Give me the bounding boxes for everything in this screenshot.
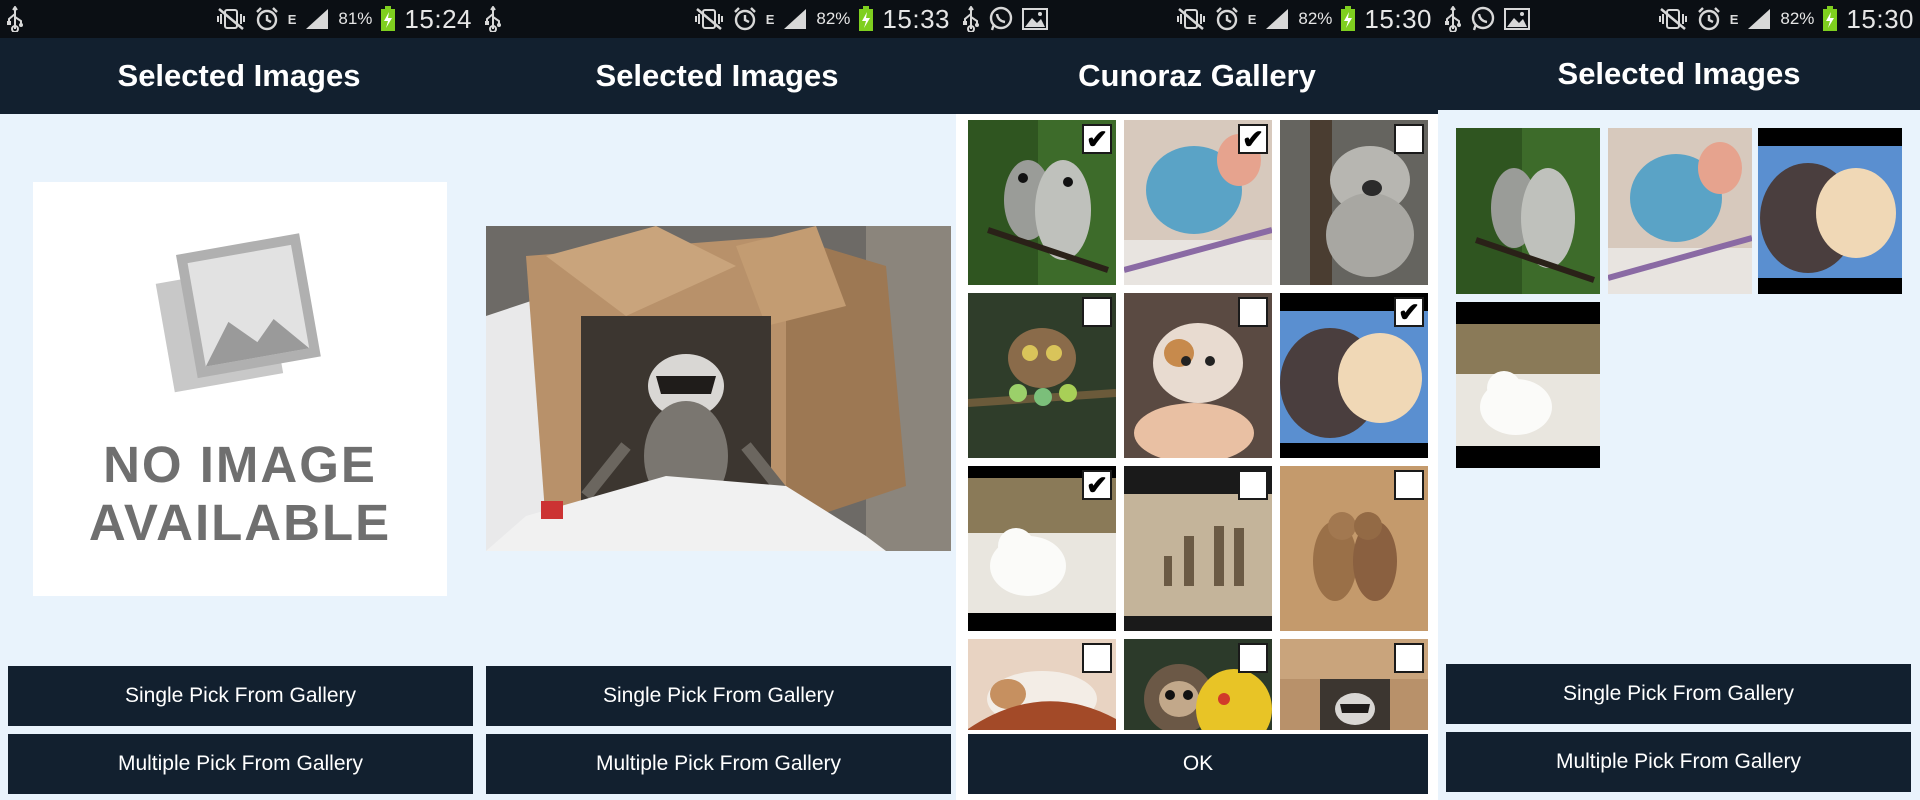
gallery-item-kitten-hand[interactable] (1124, 293, 1272, 458)
no-image-label: NO IMAGE AVAILABLE (88, 436, 392, 551)
usb-icon (1444, 6, 1462, 32)
action-bar-title: Selected Images (478, 38, 956, 114)
checkbox-unchecked[interactable] (1082, 297, 1112, 327)
screen-1: E 81% 15:24 Selected Images NO IMAGE AVA… (0, 0, 478, 800)
network-type: E (1247, 11, 1257, 27)
whatsapp-icon (988, 6, 1014, 32)
multiple-pick-button[interactable]: Multiple Pick From Gallery (8, 734, 473, 794)
usb-icon (962, 6, 980, 32)
checkbox-checked[interactable]: ✔ (1394, 297, 1424, 327)
checkbox-unchecked[interactable] (1238, 470, 1268, 500)
mute-vibrate-icon (1658, 7, 1688, 31)
action-bar-title: Selected Images (0, 38, 478, 114)
single-pick-button[interactable]: Single Pick From Gallery (1446, 664, 1911, 724)
status-bar: E 82% 15:30 (1438, 0, 1920, 38)
selected-thumb-hedgehog (1758, 128, 1902, 294)
clock: 15:30 (1364, 3, 1432, 34)
clock: 15:33 (882, 3, 950, 34)
gallery-item-owls[interactable]: ✔ (968, 120, 1116, 285)
gallery-item-meerkats[interactable] (1124, 466, 1272, 631)
alarm-icon (1696, 6, 1722, 32)
checkbox-unchecked[interactable] (1394, 643, 1424, 673)
single-pick-button[interactable]: Single Pick From Gallery (486, 666, 951, 726)
content-area: Single Pick From Gallery Multiple Pick F… (478, 114, 956, 800)
signal-icon (782, 7, 808, 31)
action-bar-title: Selected Images (1438, 38, 1920, 110)
action-bar-title: Cunoraz Gallery (956, 38, 1438, 114)
alarm-icon (1214, 6, 1240, 32)
battery-charging-icon (1822, 6, 1838, 32)
network-type: E (287, 11, 297, 27)
battery-percent: 82% (816, 9, 851, 28)
clock: 15:30 (1846, 3, 1914, 34)
mute-vibrate-icon (1176, 7, 1206, 31)
gallery-item-hedgehog[interactable]: ✔ (1280, 293, 1428, 458)
gallery-item-blue-bird[interactable]: ✔ (1124, 120, 1272, 285)
battery-percent: 82% (1780, 9, 1815, 28)
multiple-pick-button[interactable]: Multiple Pick From Gallery (1446, 732, 1911, 792)
clock: 15:24 (404, 3, 472, 34)
network-type: E (765, 11, 775, 27)
gallery-icon (1022, 8, 1048, 30)
ok-button[interactable]: OK (968, 734, 1428, 794)
signal-icon (1264, 7, 1290, 31)
battery-charging-icon (380, 6, 396, 32)
battery-charging-icon (858, 6, 874, 32)
checkbox-unchecked[interactable] (1394, 124, 1424, 154)
alarm-icon (254, 6, 280, 32)
signal-icon (304, 7, 330, 31)
no-image-placeholder: NO IMAGE AVAILABLE (33, 182, 447, 596)
gallery-item-koala[interactable] (1280, 120, 1428, 285)
content-area: Single Pick From Gallery Multiple Pick F… (1438, 114, 1920, 800)
gallery-item-owl-chick[interactable] (968, 293, 1116, 458)
selected-thumb-polar-bear (1456, 302, 1600, 468)
checkbox-unchecked[interactable] (1238, 643, 1268, 673)
gallery-icon (1504, 8, 1530, 30)
picture-placeholder-icon (155, 233, 321, 393)
content-area: NO IMAGE AVAILABLE Single Pick From Gall… (0, 114, 478, 800)
status-bar: E 81% 15:24 (0, 0, 478, 38)
checkbox-unchecked[interactable] (1238, 297, 1268, 327)
screen-2: E 82% 15:33 Selected Images Single Pick … (478, 0, 956, 800)
selected-thumb-blue-bird (1608, 128, 1752, 294)
gallery-grid: ✔ ✔ ✔ ✔ (968, 120, 1428, 730)
screen-4: E 82% 15:30 Selected Images Single Pick … (1438, 0, 1920, 800)
mute-vibrate-icon (694, 7, 724, 31)
multiple-pick-button[interactable]: Multiple Pick From Gallery (486, 734, 951, 794)
gallery-item-kitten-sleeping[interactable] (968, 639, 1116, 730)
battery-charging-icon (1340, 6, 1356, 32)
usb-icon (484, 6, 502, 32)
battery-percent: 81% (338, 9, 373, 28)
gallery-item-sloth[interactable] (1124, 639, 1272, 730)
selected-image-raccoon (486, 226, 951, 551)
mute-vibrate-icon (216, 7, 246, 31)
gallery-content: ✔ ✔ ✔ ✔ OK (956, 114, 1438, 800)
gallery-item-polar-bear[interactable]: ✔ (968, 466, 1116, 631)
selected-thumb-owls (1456, 128, 1600, 294)
status-bar: E 82% 15:33 (478, 0, 956, 38)
alarm-icon (732, 6, 758, 32)
checkbox-checked[interactable]: ✔ (1082, 470, 1112, 500)
checkbox-unchecked[interactable] (1394, 470, 1424, 500)
network-type: E (1729, 11, 1739, 27)
checkbox-unchecked[interactable] (1082, 643, 1112, 673)
usb-icon (6, 6, 24, 32)
single-pick-button[interactable]: Single Pick From Gallery (8, 666, 473, 726)
checkbox-checked[interactable]: ✔ (1082, 124, 1112, 154)
whatsapp-icon (1470, 6, 1496, 32)
screen-3-gallery: E 82% 15:30 Cunoraz Gallery ✔ ✔ ✔ ✔ OK (956, 0, 1438, 800)
signal-icon (1746, 7, 1772, 31)
checkbox-checked[interactable]: ✔ (1238, 124, 1268, 154)
status-bar: E 82% 15:30 (956, 0, 1438, 38)
gallery-item-squirrels[interactable] (1280, 466, 1428, 631)
battery-percent: 82% (1298, 9, 1333, 28)
gallery-item-raccoon[interactable] (1280, 639, 1428, 730)
